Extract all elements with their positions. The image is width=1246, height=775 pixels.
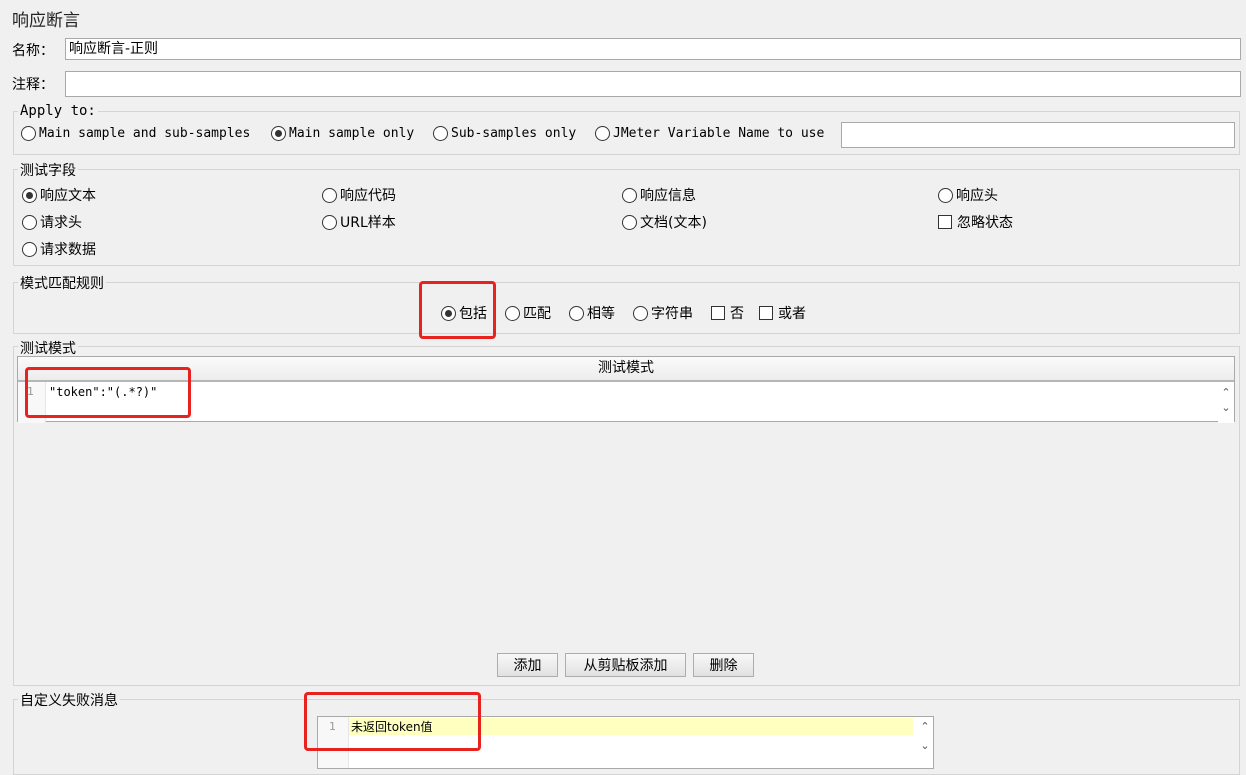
apply-to-title: Apply to: [18,103,98,119]
patterns-title: 测试模式 [18,338,78,358]
comment-label: 注释： [12,77,54,93]
checkbox-label: 或者 [778,306,806,322]
radio-label: 响应文本 [40,188,96,204]
radio-indicator [322,187,337,203]
annotation-highlight-box [304,692,481,751]
radio-indicator [21,126,36,141]
radio-indicator [595,126,610,141]
annotation-highlight-box [419,281,496,339]
radio-label: Main sample and sub-samples [39,126,251,141]
field-response-code-radio[interactable]: 响应代码 [322,185,396,205]
chevron-down-icon[interactable]: ⌄ [917,739,933,752]
field-response-text-radio[interactable]: 响应文本 [22,185,96,205]
name-label: 名称： [12,43,54,59]
patterns-column-header: 测试模式 [18,357,1234,382]
failure-message-scrollbar[interactable]: ⌃ ⌄ [917,717,933,768]
radio-indicator [22,187,37,203]
radio-label: URL样本 [340,215,396,231]
radio-indicator [322,214,337,230]
radio-indicator [622,214,637,230]
apply-jmeter-variable-radio[interactable]: JMeter Variable Name to use [595,126,824,141]
delete-button[interactable]: 删除 [693,653,754,677]
checkbox-indicator [759,306,773,320]
radio-indicator [622,187,637,203]
field-url-sample-radio[interactable]: URL样本 [322,212,396,232]
radio-label: 匹配 [523,306,551,322]
radio-indicator [938,187,953,203]
annotation-highlight-box [25,367,191,418]
checkbox-indicator [711,306,725,320]
radio-label: 请求头 [40,215,82,231]
comment-input[interactable] [65,71,1241,97]
checkbox-label: 忽略状态 [957,215,1013,231]
radio-indicator [633,305,648,321]
field-response-message-radio[interactable]: 响应信息 [622,185,696,205]
match-rules-title: 模式匹配规则 [18,273,106,293]
page-title: 响应断言 [12,11,80,31]
field-request-headers-radio[interactable]: 请求头 [22,212,82,232]
add-button[interactable]: 添加 [497,653,558,677]
radio-indicator [569,305,584,321]
name-input[interactable]: 响应断言-正则 [65,38,1241,60]
chevron-up-icon[interactable]: ⌃ [1218,386,1234,399]
checkbox-label: 否 [730,306,744,322]
checkbox-indicator [938,215,952,229]
radio-label: JMeter Variable Name to use [613,126,825,141]
match-rules-group [13,282,1240,334]
pattern-scrollbar[interactable]: ⌃ ⌄ [1218,382,1234,423]
radio-indicator [505,305,520,321]
apply-main-and-sub-radio[interactable]: Main sample and sub-samples [21,126,250,141]
radio-label: 相等 [587,306,615,322]
patterns-table: 测试模式 1 "token":"(.*?)" ⌃ ⌄ [17,356,1235,423]
radio-label: 响应代码 [340,188,396,204]
radio-indicator [271,126,286,141]
table-row[interactable]: 1 "token":"(.*?)" ⌃ ⌄ [18,382,1234,423]
field-response-headers-radio[interactable]: 响应头 [938,185,998,205]
rule-not-checkbox[interactable]: 否 [711,303,744,323]
add-from-clipboard-button[interactable]: 从剪贴板添加 [565,653,686,677]
radio-label: 文档(文本) [640,215,707,231]
jmeter-variable-input[interactable] [841,122,1235,148]
radio-label: 请求数据 [40,242,96,258]
apply-main-only-radio[interactable]: Main sample only [271,126,414,141]
radio-label: 响应信息 [640,188,696,204]
failure-message-title: 自定义失败消息 [18,690,120,710]
radio-indicator [433,126,448,141]
rule-substring-radio[interactable]: 字符串 [633,303,693,323]
rule-matches-radio[interactable]: 匹配 [505,303,551,323]
field-document-text-radio[interactable]: 文档(文本) [622,212,707,232]
ignore-status-checkbox[interactable]: 忽略状态 [938,212,1013,232]
radio-label: 字符串 [651,306,693,322]
rule-equals-radio[interactable]: 相等 [569,303,615,323]
chevron-down-icon[interactable]: ⌄ [1218,401,1234,414]
chevron-up-icon[interactable]: ⌃ [917,720,933,733]
radio-label: Sub-samples only [451,126,577,141]
apply-sub-only-radio[interactable]: Sub-samples only [433,126,576,141]
radio-label: Main sample only [289,126,415,141]
field-request-data-radio[interactable]: 请求数据 [22,239,96,259]
test-field-title: 测试字段 [18,160,78,180]
radio-label: 响应头 [956,188,998,204]
rule-or-checkbox[interactable]: 或者 [759,303,806,323]
radio-indicator [22,214,37,230]
radio-indicator [22,241,37,257]
